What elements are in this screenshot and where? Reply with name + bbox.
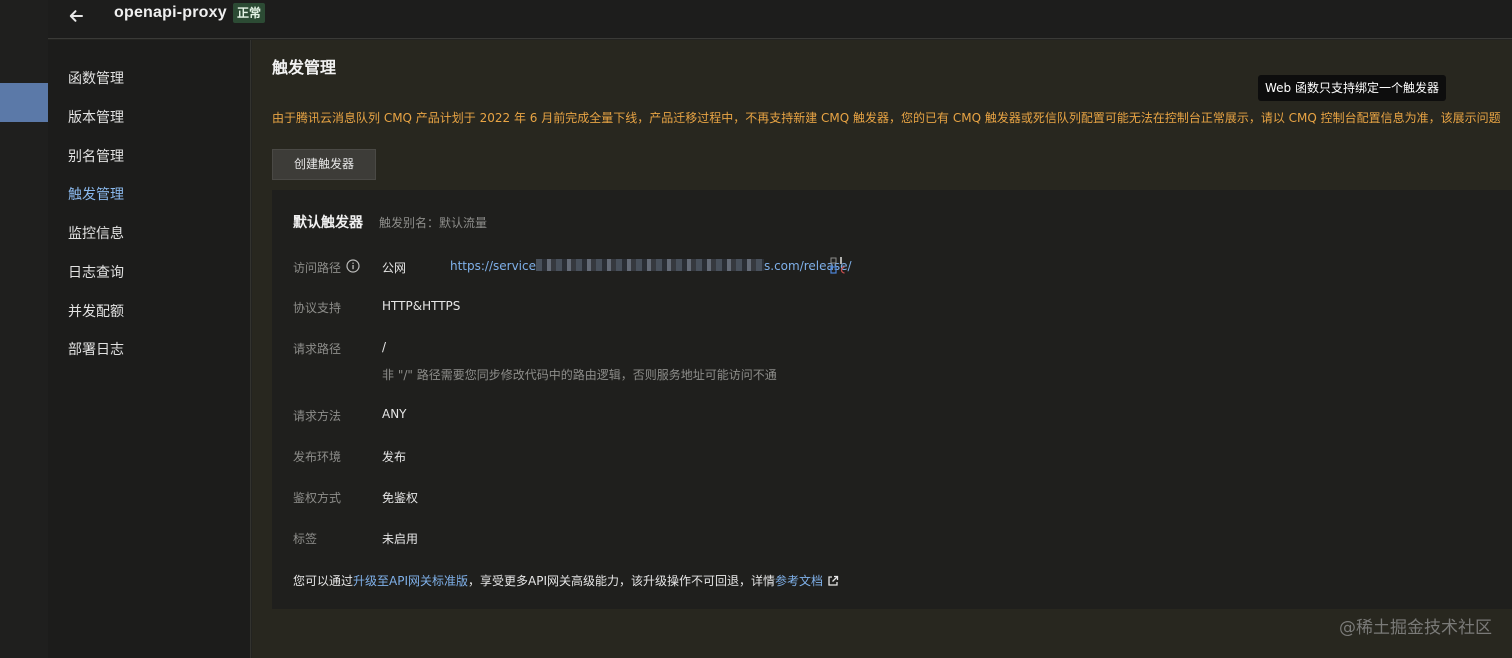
info-icon[interactable] [346,258,360,273]
upgrade-note-middle: ，享受更多API网关高级能力，该升级操作不可回退，详情 [468,574,776,588]
page-title: 触发管理 [272,58,337,77]
watermark: @稀土掘金技术社区 [1339,618,1492,638]
sidebar: 函数管理 版本管理 别名管理 触发管理 监控信息 日志查询 并发配额 部署日志 [48,40,251,658]
back-arrow-icon[interactable] [66,6,86,26]
method-label: 请求方法 [293,409,342,423]
left-rail [0,0,48,658]
redacted-url-segment [536,259,764,271]
sidebar-item-monitoring[interactable]: 监控信息 [68,222,124,246]
create-trigger-button[interactable]: 创建触发器 [272,149,376,180]
sidebar-item-deploy-logs[interactable]: 部署日志 [68,338,124,362]
protocol-value: HTTP&HTTPS [382,299,461,313]
auth-value: 免鉴权 [382,491,419,505]
copy-icon[interactable] [830,256,848,276]
sidebar-item-concurrency[interactable]: 并发配额 [68,300,124,324]
cmq-notice: 由于腾讯云消息队列 CMQ 产品计划于 2022 年 6 月前完成全量下线，产品… [272,111,1501,125]
tooltip: Web 函数只支持绑定一个触发器 [1258,75,1446,101]
trigger-name: 默认触发器 [293,215,363,231]
trigger-panel: 默认触发器 触发别名：默认流量 访问路径 公网 https://service s… [272,190,1512,609]
request-path-hint: 非 "/" 路径需要您同步修改代码中的路由逻辑，否则服务地址可能访问不通 [382,368,777,382]
rail-active-marker[interactable] [0,83,48,122]
reference-doc-link[interactable]: 参考文档 [775,574,823,588]
request-path-value: / [382,340,387,354]
upgrade-gateway-link[interactable]: 升级至API网关标准版 [353,574,468,588]
status-badge: 正常 [233,3,266,23]
sidebar-item-versions[interactable]: 版本管理 [68,106,124,130]
tag-label: 标签 [293,532,318,546]
function-title: openapi-proxy [114,4,227,21]
sidebar-item-aliases[interactable]: 别名管理 [68,145,124,169]
upgrade-note-prefix: 您可以通过 [293,574,354,588]
main-content: 触发管理 Web 函数只支持绑定一个触发器 由于腾讯云消息队列 CMQ 产品计划… [252,40,1512,658]
env-label: 发布环境 [293,450,342,464]
access-url-link[interactable]: https://service s.com/release/ [450,259,852,273]
auth-label: 鉴权方式 [293,491,342,505]
sidebar-item-logs[interactable]: 日志查询 [68,261,124,285]
env-value: 发布 [382,450,407,464]
top-bar: openapi-proxy 正常 [48,0,1512,39]
external-link-icon[interactable] [827,575,839,587]
access-type: 公网 [382,261,407,275]
method-value: ANY [382,407,407,421]
sidebar-item-functions[interactable]: 函数管理 [68,67,124,91]
request-path-label: 请求路径 [293,342,342,356]
trigger-alias: 触发别名：默认流量 [379,216,488,230]
access-path-label: 访问路径 [293,261,342,275]
sidebar-item-triggers[interactable]: 触发管理 [68,183,124,207]
upgrade-note: 您可以通过升级至API网关标准版，享受更多API网关高级能力，该升级操作不可回退… [293,572,839,589]
protocol-label: 协议支持 [293,301,342,315]
url-prefix: https://service [450,259,536,273]
tag-value: 未启用 [382,532,419,546]
